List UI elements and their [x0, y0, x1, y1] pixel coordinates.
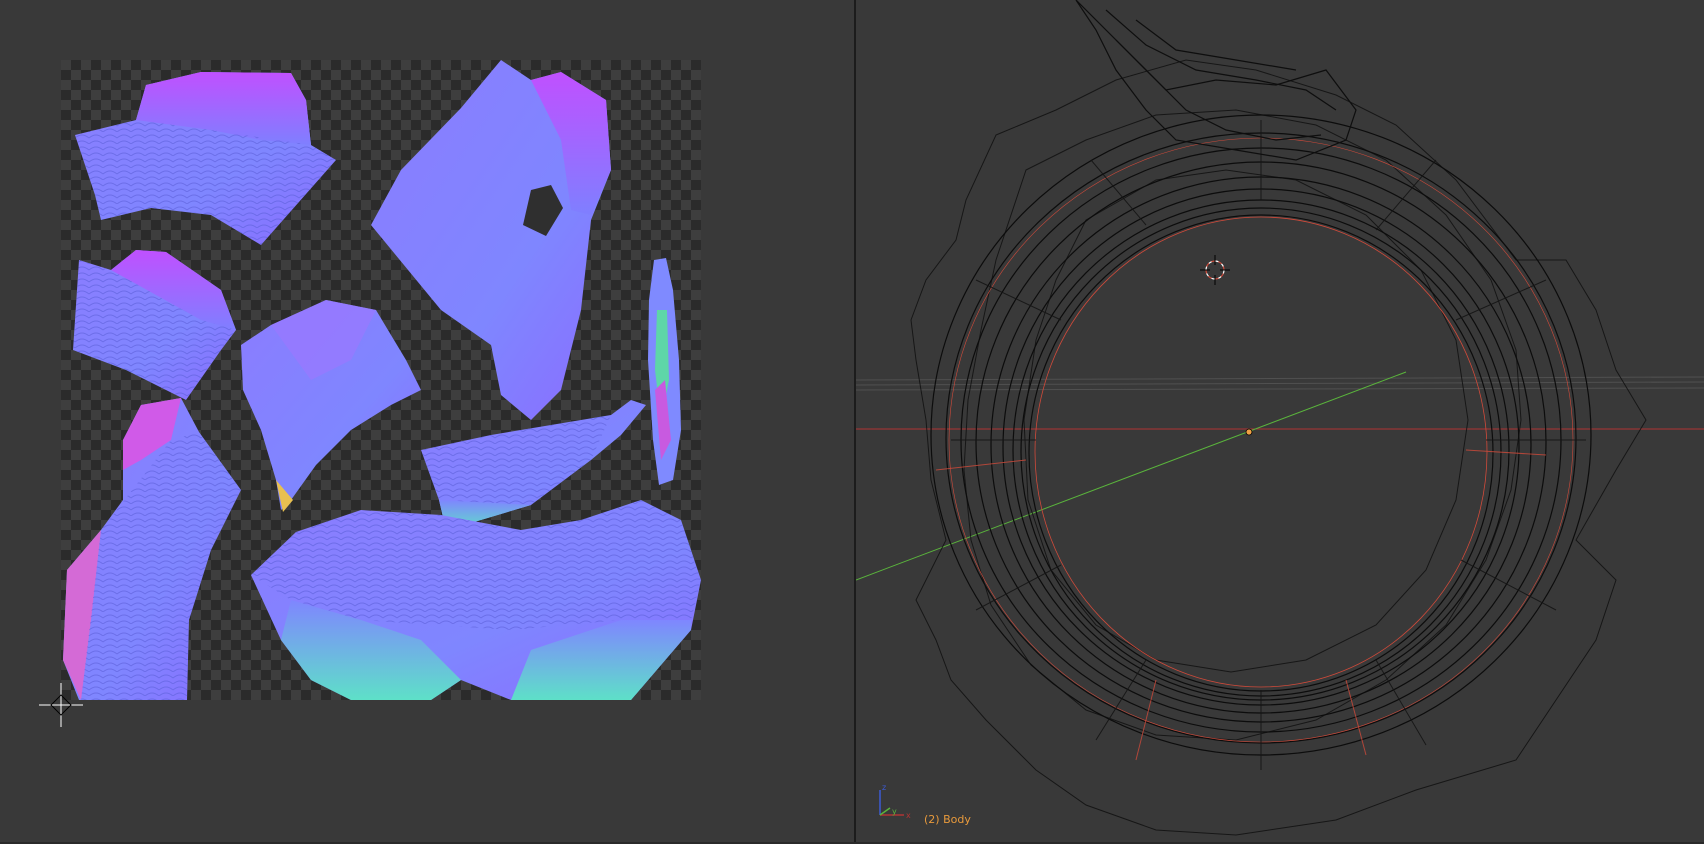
uv-island[interactable] [75, 72, 336, 245]
wireframe-mesh: z y x [856, 0, 1704, 836]
uv-2d-cursor-icon[interactable] [39, 683, 83, 727]
axis-y-label: y [892, 807, 897, 816]
uv-island[interactable] [73, 250, 236, 400]
3d-cursor-icon[interactable] [1200, 255, 1230, 285]
axis-gizmo-icon: z y x [879, 783, 911, 820]
normal-map-image [61, 60, 701, 700]
axis-z-label: z [882, 783, 886, 792]
axis-x-label: x [906, 811, 911, 820]
uv-island[interactable] [241, 300, 421, 512]
y-axis-line [856, 371, 1407, 581]
object-origin-icon [1245, 428, 1253, 436]
3d-viewport[interactable]: z y x (2) Body [856, 0, 1704, 844]
uv-island[interactable] [63, 398, 241, 700]
active-object-label: (2) Body [924, 813, 971, 826]
uv-island[interactable] [251, 500, 701, 700]
uv-image-editor[interactable] [0, 0, 854, 844]
uv-island[interactable] [648, 258, 681, 485]
uv-islands [63, 60, 701, 700]
